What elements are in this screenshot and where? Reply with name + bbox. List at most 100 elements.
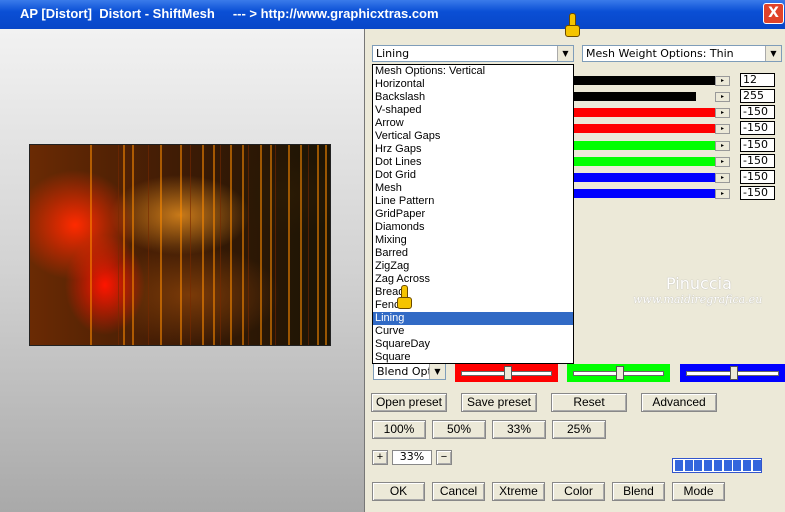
slider-step-button[interactable]: ▸	[715, 108, 730, 118]
watermark-url: www.maidiregrafica.eu	[633, 293, 763, 306]
dropdown-option[interactable]: ZigZag	[373, 260, 573, 273]
dropdown-option[interactable]: Mesh Options: Vertical	[373, 65, 573, 78]
zoom-value: 33%	[392, 450, 432, 465]
slider-fill	[574, 124, 716, 133]
effect-type-select[interactable]: Lining ▼	[372, 45, 574, 62]
dropdown-option[interactable]: Lining	[373, 312, 573, 325]
image-preview[interactable]	[29, 144, 331, 346]
zoom-50-button[interactable]: 50%	[432, 420, 486, 439]
slider-empty	[696, 92, 716, 101]
mesh-line	[148, 145, 149, 345]
dropdown-option[interactable]: Square	[373, 351, 573, 363]
slider-step-button[interactable]: ▸	[715, 141, 730, 151]
cancel-button[interactable]: Cancel	[432, 482, 485, 501]
mesh-line	[275, 145, 276, 345]
slider-fill	[574, 189, 716, 198]
reset-button[interactable]: Reset	[551, 393, 627, 412]
xtreme-button[interactable]: Xtreme	[492, 482, 545, 501]
mesh-line	[118, 145, 119, 345]
zoom-25-button[interactable]: 25%	[552, 420, 606, 439]
dropdown-option[interactable]: Mixing	[373, 234, 573, 247]
mesh-line	[317, 145, 319, 345]
mesh-line	[202, 145, 204, 345]
chevron-down-icon[interactable]: ▼	[557, 46, 573, 61]
blend-options-select[interactable]: Blend Optio ▼	[373, 363, 446, 380]
advanced-button[interactable]: Advanced	[641, 393, 717, 412]
slider-step-button[interactable]: ▸	[715, 189, 730, 199]
slider-value-field[interactable]: -150	[740, 170, 775, 184]
slider-value-field[interactable]: -150	[740, 186, 775, 200]
mesh-line	[160, 145, 162, 345]
slider-fill	[574, 92, 696, 101]
slider-value-field[interactable]: 255	[740, 89, 775, 103]
progress-cell	[684, 460, 693, 471]
mesh-line	[300, 145, 302, 345]
mesh-weight-select[interactable]: Mesh Weight Options: Thin ▼	[582, 45, 782, 62]
dropdown-option[interactable]: Dot Grid	[373, 169, 573, 182]
slider-step-button[interactable]: ▸	[715, 76, 730, 86]
blue-slider-thumb[interactable]	[730, 366, 738, 380]
blend-button[interactable]: Blend	[612, 482, 665, 501]
hand-pointer-icon	[565, 13, 580, 37]
mesh-line	[230, 145, 232, 345]
dropdown-option[interactable]: Mesh	[373, 182, 573, 195]
dropdown-option[interactable]: Horizontal	[373, 78, 573, 91]
watermark-name: Pinuccia	[666, 274, 732, 293]
zoom-100-button[interactable]: 100%	[372, 420, 426, 439]
zoom-out-button[interactable]: −	[436, 450, 452, 465]
mesh-line	[220, 145, 221, 345]
slider-step-button[interactable]: ▸	[715, 92, 730, 102]
chevron-down-icon[interactable]: ▼	[765, 46, 781, 61]
slider-fill	[574, 108, 716, 117]
slider-step-button[interactable]: ▸	[715, 173, 730, 183]
dropdown-option[interactable]: Hrz Gaps	[373, 143, 573, 156]
mesh-line	[308, 145, 309, 345]
mesh-line	[180, 145, 182, 345]
dropdown-option[interactable]: Line Pattern	[373, 195, 573, 208]
hand-pointer-icon	[397, 285, 412, 309]
dropdown-option[interactable]: Barred	[373, 247, 573, 260]
slider-value-field[interactable]: -150	[740, 154, 775, 168]
dropdown-option[interactable]: Curve	[373, 325, 573, 338]
progress-cell	[713, 460, 722, 471]
slider-step-button[interactable]: ▸	[715, 157, 730, 167]
progress-cell	[733, 460, 742, 471]
dropdown-option[interactable]: Vertical Gaps	[373, 130, 573, 143]
mesh-line	[132, 145, 134, 345]
dropdown-option[interactable]: Diamonds	[373, 221, 573, 234]
slider-fill	[574, 173, 716, 182]
ok-button[interactable]: OK	[372, 482, 425, 501]
mesh-line	[288, 145, 290, 345]
mesh-weight-value: Mesh Weight Options: Thin	[586, 47, 734, 60]
red-slider[interactable]	[455, 364, 558, 382]
slider-value-field[interactable]: -150	[740, 105, 775, 119]
progress-cell	[694, 460, 703, 471]
red-slider-thumb[interactable]	[504, 366, 512, 380]
green-slider[interactable]	[567, 364, 670, 382]
mesh-line	[260, 145, 262, 345]
effect-type-dropdown-list[interactable]: Mesh Options: Vertical Horizontal Backslas…	[372, 64, 574, 364]
dropdown-option[interactable]: SquareDay	[373, 338, 573, 351]
save-preset-button[interactable]: Save preset	[461, 393, 537, 412]
open-preset-button[interactable]: Open preset	[371, 393, 447, 412]
close-button[interactable]: X	[763, 3, 784, 24]
dropdown-option[interactable]: Dot Lines	[373, 156, 573, 169]
green-slider-thumb[interactable]	[616, 366, 624, 380]
zoom-33-button[interactable]: 33%	[492, 420, 546, 439]
color-button[interactable]: Color	[552, 482, 605, 501]
slider-value-field[interactable]: -150	[740, 138, 775, 152]
dropdown-option[interactable]: V-shaped	[373, 104, 573, 117]
dropdown-option[interactable]: GridPaper	[373, 208, 573, 221]
progress-cell	[752, 460, 761, 471]
dropdown-option[interactable]: Backslash	[373, 91, 573, 104]
panel-divider	[364, 29, 365, 512]
zoom-in-button[interactable]: +	[372, 450, 388, 465]
slider-fill	[574, 141, 716, 150]
dropdown-option[interactable]: Arrow	[373, 117, 573, 130]
slider-step-button[interactable]: ▸	[715, 124, 730, 134]
blue-slider[interactable]	[680, 364, 785, 382]
slider-value-field[interactable]: 12	[740, 73, 775, 87]
slider-value-field[interactable]: -150	[740, 121, 775, 135]
chevron-down-icon[interactable]: ▼	[429, 364, 445, 379]
mode-button[interactable]: Mode	[672, 482, 725, 501]
